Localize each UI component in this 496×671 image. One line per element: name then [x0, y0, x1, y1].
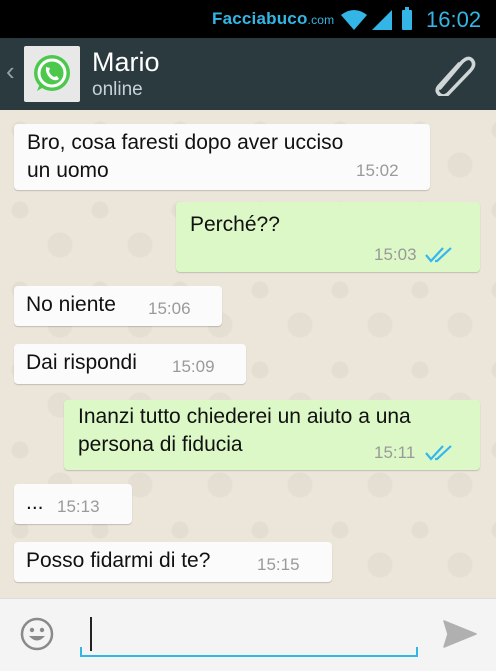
- wifi-icon: [341, 10, 367, 30]
- watermark-suffix: .com: [307, 13, 335, 27]
- message-line: No niente: [26, 293, 116, 316]
- clock: 16:02: [426, 7, 482, 32]
- message-bubble-incoming[interactable]: Bro, cosa faresti dopo aver ucciso un uo…: [14, 124, 430, 190]
- text-caret: [90, 617, 92, 651]
- message-line: Bro, cosa faresti dopo aver ucciso: [27, 131, 344, 154]
- message-input[interactable]: [80, 613, 418, 657]
- battery-icon: [402, 7, 412, 30]
- contact-name[interactable]: Mario: [92, 47, 160, 78]
- message-text: Posso fidarmi di te?: [26, 547, 210, 575]
- message-time: 15:15: [257, 555, 300, 574]
- message-line: Inanzi tutto chiederei un aiuto a una: [78, 405, 411, 428]
- message-line: ...: [26, 491, 44, 514]
- message-time: 15:11: [374, 443, 416, 462]
- message-bubble-incoming[interactable]: Dai rispondi 15:09: [14, 344, 246, 384]
- message-line: un uomo: [27, 159, 109, 182]
- contact-avatar[interactable]: [24, 46, 80, 102]
- message-line: Dai rispondi: [26, 351, 137, 374]
- message-bubble-outgoing[interactable]: Perché?? 15:03: [176, 202, 480, 272]
- message-text: Inanzi tutto chiederei un aiuto a una pe…: [78, 403, 411, 459]
- back-chevron-icon[interactable]: ‹: [6, 58, 15, 84]
- message-time: 15:13: [57, 497, 100, 516]
- message-time: 15:03: [374, 245, 417, 264]
- paperclip-icon[interactable]: [430, 54, 476, 96]
- watermark: Facciabuco.com: [212, 9, 334, 29]
- chat-header: ‹ Mario online: [0, 38, 496, 110]
- message-time: 15:09: [172, 357, 215, 376]
- status-icons: [341, 7, 412, 30]
- message-text: No niente: [26, 291, 116, 319]
- message-line: Posso fidarmi di te?: [26, 549, 211, 572]
- message-bubble-incoming[interactable]: ... 15:13: [14, 484, 132, 524]
- message-line: Perché??: [190, 213, 280, 236]
- message-text: Perché??: [190, 211, 280, 239]
- read-ticks-icon: [425, 445, 452, 461]
- watermark-main: Facciabuco: [212, 9, 308, 28]
- whatsapp-logo-icon: [34, 55, 70, 91]
- message-time: 15:02: [356, 161, 399, 180]
- smiley-icon[interactable]: [20, 617, 54, 651]
- input-bar: [0, 598, 496, 671]
- contact-status: online: [92, 79, 143, 100]
- message-bubble-incoming[interactable]: No niente 15:06: [14, 286, 222, 326]
- message-bubble-incoming[interactable]: Posso fidarmi di te? 15:15: [14, 542, 332, 582]
- message-text: Bro, cosa faresti dopo aver ucciso un uo…: [27, 129, 343, 185]
- message-text: Dai rispondi: [26, 349, 137, 377]
- send-icon[interactable]: [442, 619, 478, 649]
- chat-area[interactable]: Bro, cosa faresti dopo aver ucciso un uo…: [0, 110, 496, 598]
- signal-icon: [372, 10, 392, 30]
- message-line: persona di fiducia: [78, 433, 243, 456]
- message-time: 15:06: [148, 299, 191, 318]
- message-text: ...: [26, 489, 44, 517]
- read-ticks-icon: [425, 247, 452, 263]
- message-bubble-outgoing[interactable]: Inanzi tutto chiederei un aiuto a una pe…: [64, 400, 480, 470]
- status-bar: Facciabuco.com 16:02: [0, 0, 496, 38]
